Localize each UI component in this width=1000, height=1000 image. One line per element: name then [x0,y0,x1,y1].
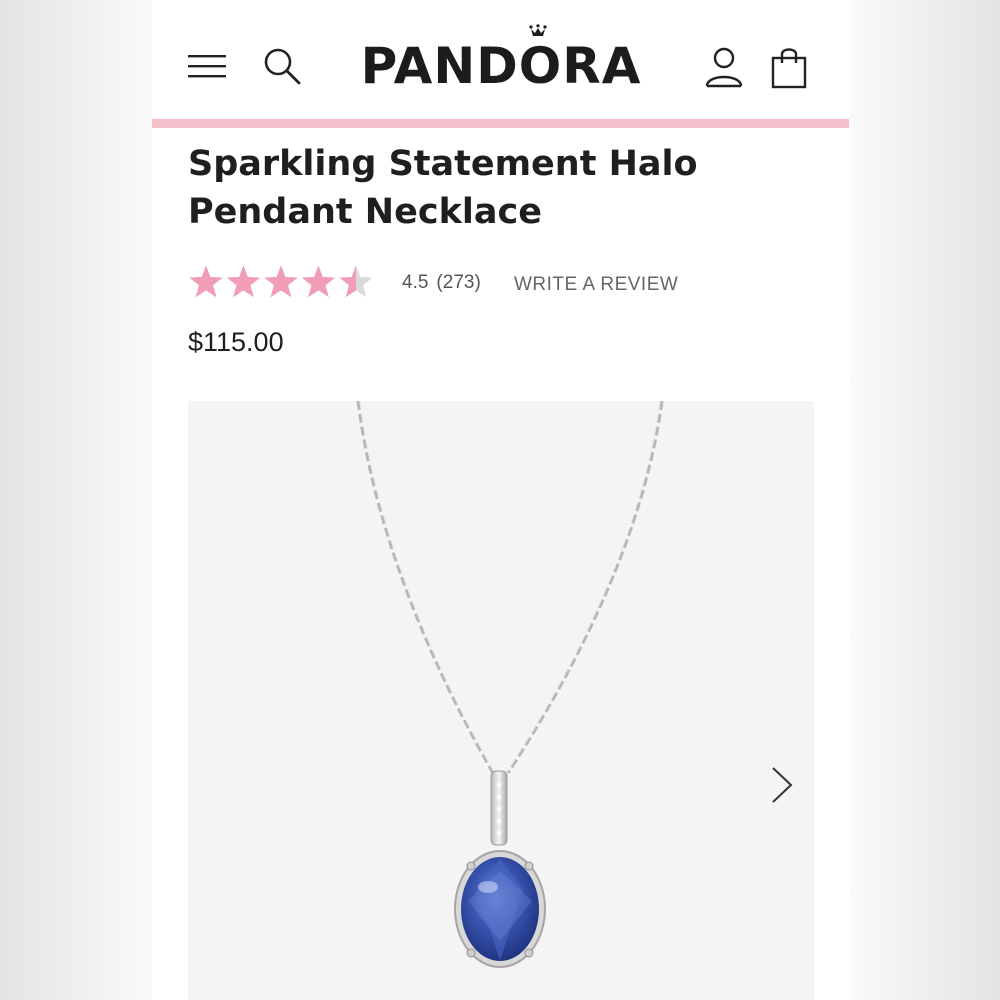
product-title: Sparkling Statement Halo Pendant Necklac… [188,144,698,232]
star-filled-icon [301,265,336,298]
star-filled-icon [226,265,261,298]
header-divider [152,119,849,128]
brand-logo[interactable]: PANDORA [356,24,646,96]
account-icon[interactable] [704,46,744,88]
star-filled-icon [264,265,298,298]
product-gallery[interactable] [188,401,814,1000]
rating-stars[interactable] [188,264,378,302]
rating-summary: 4.5 (273) [402,272,481,294]
necklace-image [356,401,664,968]
product-price: $115.00 [188,327,284,357]
rating-row: 4.5 (273) WRITE A REVIEW [188,264,808,304]
star-filled-icon [189,265,223,298]
rating-count: (273) [436,272,481,293]
search-icon[interactable] [262,46,302,86]
write-review-link[interactable]: WRITE A REVIEW [514,274,678,296]
shopping-bag-icon[interactable] [771,45,807,89]
product-page: PANDORA Sparkling Statement Halo Pendant… [152,0,849,1000]
site-header: PANDORA [152,0,849,119]
rating-value: 4.5 [402,272,429,293]
menu-icon[interactable] [188,52,226,80]
brand-name: PANDORA [360,37,642,95]
chevron-right-icon[interactable] [770,765,794,805]
